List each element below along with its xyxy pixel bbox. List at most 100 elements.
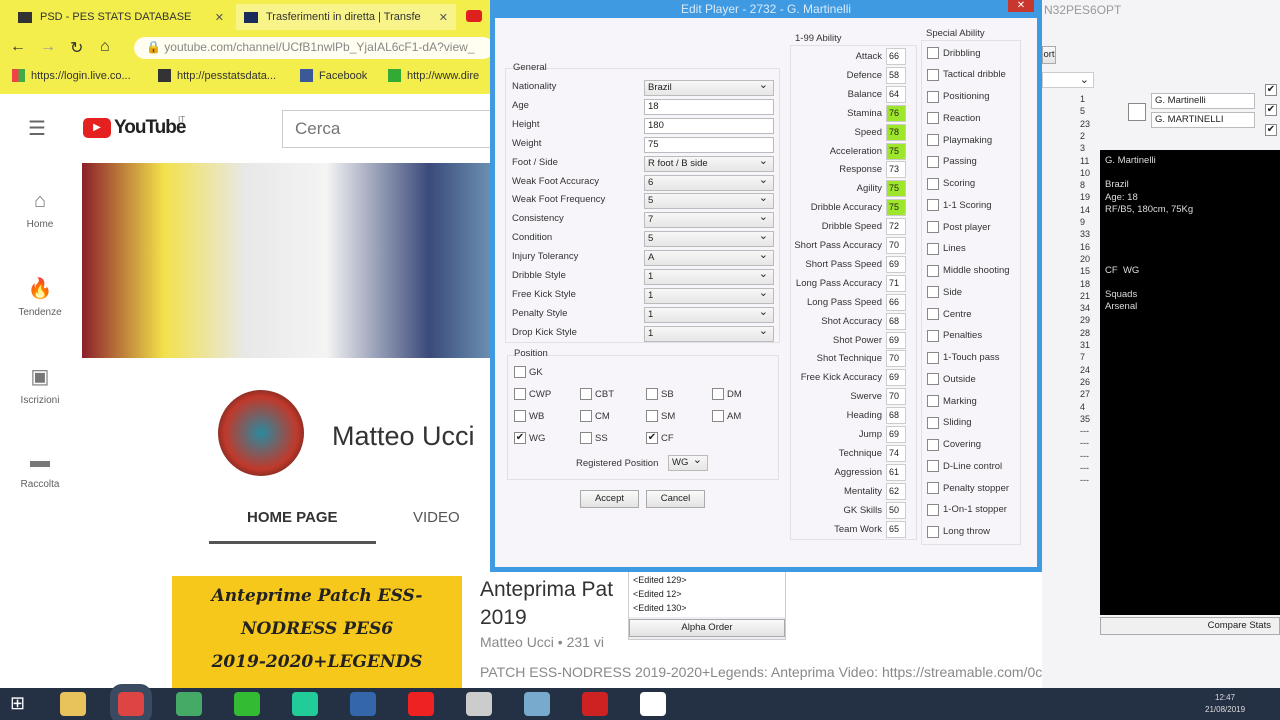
checkbox[interactable] — [580, 432, 592, 444]
shirt-name-field[interactable]: G. MARTINELLI — [1151, 112, 1255, 128]
checkbox[interactable] — [712, 388, 724, 400]
position-checkbox-ss[interactable]: SS — [580, 432, 608, 444]
close-icon[interactable]: ✕ — [439, 11, 448, 24]
checkbox[interactable] — [927, 416, 939, 429]
bookmark-4[interactable]: http://www.dire — [388, 69, 479, 82]
special-ability-checkbox[interactable]: D-Line control — [927, 460, 1002, 473]
position-checkbox-cf[interactable]: ✔ CF — [646, 432, 674, 444]
ability-value-input[interactable]: 69 — [886, 331, 906, 349]
close-icon[interactable]: ✕ — [215, 11, 224, 24]
checkbox[interactable] — [927, 460, 939, 473]
special-ability-checkbox[interactable]: Positioning — [927, 90, 989, 103]
special-ability-checkbox[interactable]: Outside — [927, 373, 976, 386]
checkbox[interactable] — [514, 410, 526, 422]
file-explorer-icon[interactable] — [60, 692, 86, 716]
ability-value-input[interactable]: 64 — [886, 85, 906, 103]
position-checkbox-cbt[interactable]: CBT — [580, 388, 614, 400]
special-ability-checkbox[interactable]: Penalties — [927, 329, 982, 342]
youtube-logo-icon[interactable]: ▶ — [83, 118, 111, 138]
bookmark-2[interactable]: http://pesstatsdata... — [158, 69, 276, 82]
checkbox[interactable] — [927, 177, 939, 190]
reload-icon[interactable]: ↻ — [70, 38, 83, 58]
ability-value-input[interactable]: 75 — [886, 142, 906, 160]
sidebar-item-subscriptions[interactable]: ▣ Iscrizioni — [0, 364, 80, 406]
checkbox[interactable] — [927, 503, 939, 516]
ability-value-input[interactable]: 74 — [886, 444, 906, 462]
position-checkbox-cm[interactable]: CM — [580, 410, 610, 422]
ability-value-input[interactable]: 70 — [886, 388, 906, 406]
record-icon[interactable] — [408, 692, 434, 716]
checkbox[interactable]: ✔ — [1265, 84, 1277, 96]
ability-value-input[interactable]: 75 — [886, 180, 906, 198]
checkbox[interactable] — [646, 388, 658, 400]
export-button[interactable]: ort — [1042, 46, 1056, 64]
checkbox[interactable] — [927, 155, 939, 168]
checkbox[interactable] — [927, 525, 939, 538]
special-ability-checkbox[interactable]: Middle shooting — [927, 264, 1010, 277]
checkbox[interactable] — [927, 90, 939, 103]
checkbox[interactable] — [927, 112, 939, 125]
youtube-logo-text[interactable]: YouTube — [114, 117, 186, 139]
ability-value-input[interactable]: 71 — [886, 274, 906, 292]
special-ability-checkbox[interactable]: Lines — [927, 242, 966, 255]
football-icon[interactable] — [640, 692, 666, 716]
chrome-icon[interactable] — [110, 684, 152, 720]
position-checkbox-gk[interactable]: GK — [514, 366, 543, 378]
list-item[interactable]: <Edited 12> — [633, 587, 781, 601]
home-icon[interactable]: ⌂ — [100, 38, 110, 56]
checkbox[interactable] — [514, 388, 526, 400]
ability-value-input[interactable]: 61 — [886, 463, 906, 481]
alpha-order-button[interactable]: Alpha Order — [629, 619, 785, 637]
special-ability-checkbox[interactable]: Covering — [927, 438, 981, 451]
registered-position-select[interactable]: WG — [668, 453, 708, 471]
special-ability-checkbox[interactable]: Side — [927, 286, 962, 299]
ability-value-input[interactable]: 78 — [886, 123, 906, 141]
special-ability-checkbox[interactable]: Long throw — [927, 525, 990, 538]
power-icon[interactable] — [582, 692, 608, 716]
checkbox[interactable] — [927, 199, 939, 212]
notes-icon[interactable] — [524, 692, 550, 716]
name-field[interactable]: G. Martinelli — [1151, 93, 1255, 109]
sidebar-item-library[interactable]: ▬ Raccolta — [0, 450, 80, 490]
checkbox[interactable] — [927, 221, 939, 233]
special-ability-checkbox[interactable]: 1-Touch pass — [927, 351, 1000, 364]
checkbox[interactable] — [927, 242, 939, 255]
sidebar-item-trending[interactable]: 🔥 Tendenze — [0, 276, 80, 318]
search-input[interactable] — [282, 110, 492, 148]
checkbox[interactable] — [927, 373, 939, 386]
position-checkbox-wb[interactable]: WB — [514, 410, 544, 422]
checkbox[interactable] — [514, 366, 526, 378]
windows-start-icon[interactable]: ⊞ — [10, 693, 25, 714]
position-checkbox-am[interactable]: AM — [712, 410, 741, 422]
special-ability-checkbox[interactable]: Marking — [927, 395, 977, 407]
special-ability-checkbox[interactable]: Reaction — [927, 112, 981, 125]
video-thumbnail[interactable]: Anteprime Patch ESS- NODRESS PES6 2019-202… — [172, 576, 462, 688]
list-item[interactable]: <Edited 130> — [633, 601, 781, 615]
ability-value-input[interactable]: 50 — [886, 501, 906, 519]
special-ability-checkbox[interactable]: 1-1 Scoring — [927, 199, 992, 212]
ability-value-input[interactable]: 75 — [886, 199, 906, 217]
video-title[interactable]: Anteprima Pat 2019 — [480, 576, 613, 632]
checkbox[interactable]: ✔ — [1265, 104, 1277, 116]
window-icon[interactable] — [466, 692, 492, 716]
special-ability-checkbox[interactable]: Dribbling — [927, 47, 981, 59]
app-dropdown[interactable]: ⌄ — [1042, 72, 1094, 88]
ability-value-input[interactable]: 73 — [886, 161, 906, 179]
compare-stats-button[interactable]: Compare Stats — [1100, 617, 1280, 635]
ability-value-input[interactable]: 65 — [886, 520, 906, 538]
back-icon[interactable]: ← — [10, 38, 26, 56]
ability-value-input[interactable]: 58 — [886, 66, 906, 84]
special-ability-checkbox[interactable]: Tactical dribble — [927, 68, 1006, 81]
ability-value-input[interactable]: 72 — [886, 218, 906, 236]
editor-icon[interactable] — [350, 692, 376, 716]
special-ability-checkbox[interactable]: Passing — [927, 155, 977, 168]
special-ability-checkbox[interactable]: Centre — [927, 308, 972, 320]
accept-button[interactable]: Accept — [580, 490, 639, 508]
cancel-button[interactable]: Cancel — [646, 490, 705, 508]
position-checkbox-cwp[interactable]: CWP — [514, 388, 551, 400]
checkbox[interactable] — [580, 388, 592, 400]
ability-value-input[interactable]: 62 — [886, 482, 906, 500]
ability-value-input[interactable]: 66 — [886, 48, 906, 65]
checkbox[interactable] — [646, 410, 658, 422]
checkbox[interactable] — [927, 47, 939, 59]
